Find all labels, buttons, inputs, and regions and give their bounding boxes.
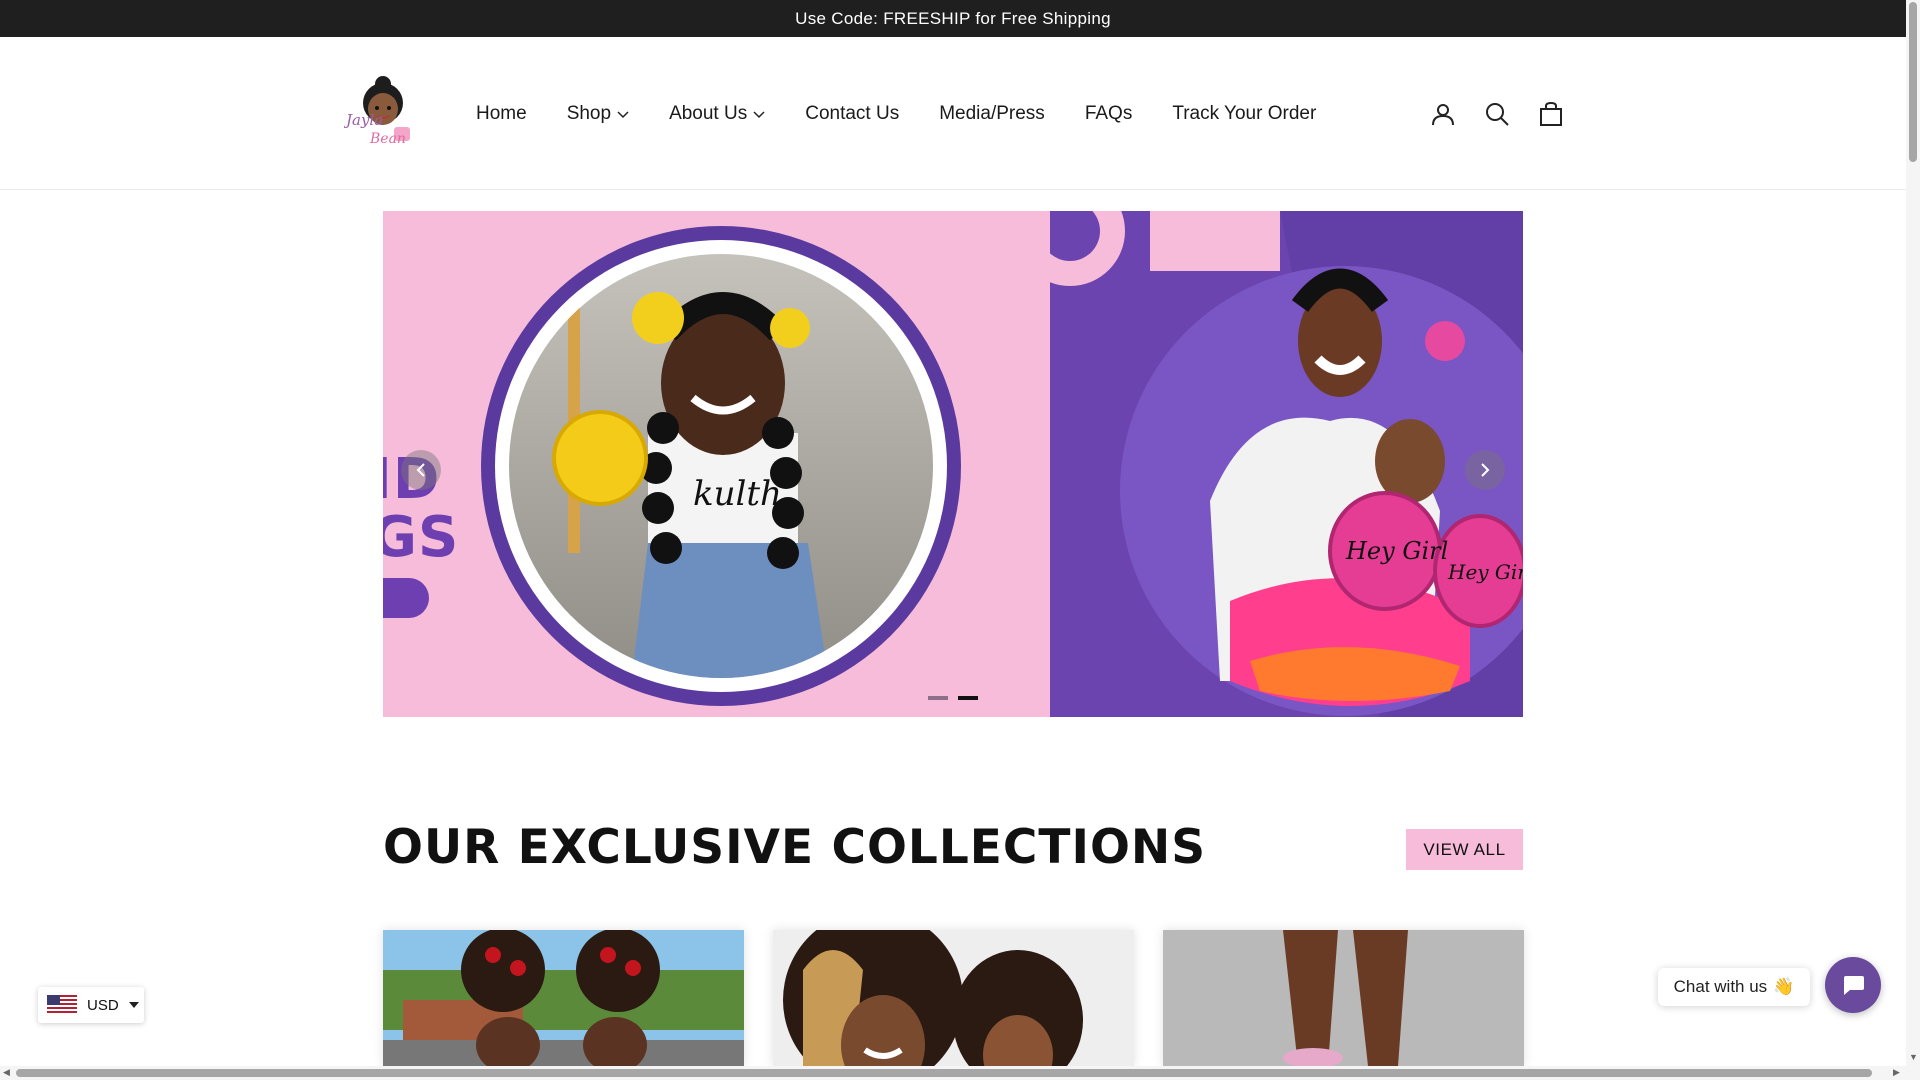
chevron-down-icon [753,111,765,119]
slideshow-next-button[interactable] [1465,450,1505,490]
shirt-text: kulth [693,474,782,514]
page: Use Code: FREESHIP for Free Shipping Jay… [0,0,1920,1080]
bag-text: Hey Girl [1447,560,1523,584]
nav-track-order[interactable]: Track Your Order [1172,103,1316,125]
slideshow-dots [928,696,978,700]
hero-slide-left: ID GS [383,211,1050,717]
account-icon[interactable] [1430,101,1456,127]
currency-selector[interactable]: USD [38,987,144,1023]
nav-label: About Us [669,102,748,124]
scroll-right-arrow-icon[interactable]: ▶ [1893,1067,1900,1078]
search-icon[interactable] [1484,101,1510,127]
collections-title: OUR EXCLUSIVE COLLECTIONS [383,820,1207,875]
bag-text: Hey Girl [1345,537,1448,565]
nav-label: Home [476,102,527,124]
site-header: Jayla Bean Home Shop About Us Contact Us… [0,37,1906,190]
cart-icon[interactable] [1538,101,1564,127]
view-all-button[interactable]: VIEW ALL [1406,829,1523,870]
nav-faqs[interactable]: FAQs [1085,103,1133,125]
chevron-left-icon [416,463,425,477]
hero-photo-child: kulth [481,226,961,706]
wave-emoji: 👋 [1773,977,1795,996]
slide-dot-1[interactable] [928,696,948,700]
currency-code: USD [87,996,119,1014]
scroll-left-arrow-icon[interactable]: ◀ [3,1067,10,1078]
hero-text-line: GS [383,505,460,570]
collection-card[interactable] [383,930,744,1066]
horizontal-scroll-thumb[interactable] [16,1069,1872,1077]
horizontal-scrollbar[interactable]: ◀ ▶ [0,1066,1906,1080]
hero-text-pill [383,578,429,618]
hero-photo-mother-daughter: Hey Girl Hey Girl [1050,211,1523,717]
nav-contact-us[interactable]: Contact Us [805,103,899,125]
collection-card[interactable] [773,930,1134,1066]
nav-shop[interactable]: Shop [567,103,629,125]
nav-label: Track Your Order [1172,102,1317,124]
nav-about-us[interactable]: About Us [669,103,765,125]
collection-image [1163,930,1524,1066]
header-icons [1430,37,1564,190]
chat-label[interactable]: Chat with us 👋 [1658,968,1810,1006]
collection-card[interactable] [1163,930,1524,1066]
nav-label: Contact Us [805,102,900,124]
main-nav: Home Shop About Us Contact Us Media/Pres… [476,37,1356,190]
slide-dot-2[interactable] [958,696,978,700]
announcement-text: Use Code: FREESHIP for Free Shipping [795,8,1111,28]
chevron-down-icon [617,111,629,119]
nav-label: FAQs [1084,102,1133,124]
hero-slide-right: Hey Girl Hey Girl [1050,211,1523,717]
chat-label-text: Chat with us [1673,977,1768,996]
nav-label: Media/Press [939,102,1045,124]
hero-slideshow: ID GS [383,211,1523,717]
collection-image [773,930,1134,1066]
svg-text:Bean: Bean [369,131,406,147]
chat-button[interactable] [1825,957,1881,1013]
scroll-down-arrow-icon[interactable]: ▼ [1909,1052,1918,1062]
caret-down-icon [128,1002,139,1008]
slideshow-prev-button[interactable] [401,450,441,490]
logo[interactable]: Jayla Bean [343,75,422,149]
collection-image [383,930,744,1066]
nav-media-press[interactable]: Media/Press [939,103,1045,125]
us-flag-icon [47,995,77,1015]
vertical-scrollbar[interactable]: ▼ [1906,0,1920,1080]
announcement-bar: Use Code: FREESHIP for Free Shipping [0,0,1906,37]
chevron-right-icon [1481,463,1490,477]
vertical-scroll-thumb[interactable] [1909,2,1917,162]
nav-home[interactable]: Home [476,103,527,125]
nav-label: Shop [566,102,612,124]
chat-bubble-icon [1844,976,1864,995]
svg-text:Jayla: Jayla [344,111,383,129]
